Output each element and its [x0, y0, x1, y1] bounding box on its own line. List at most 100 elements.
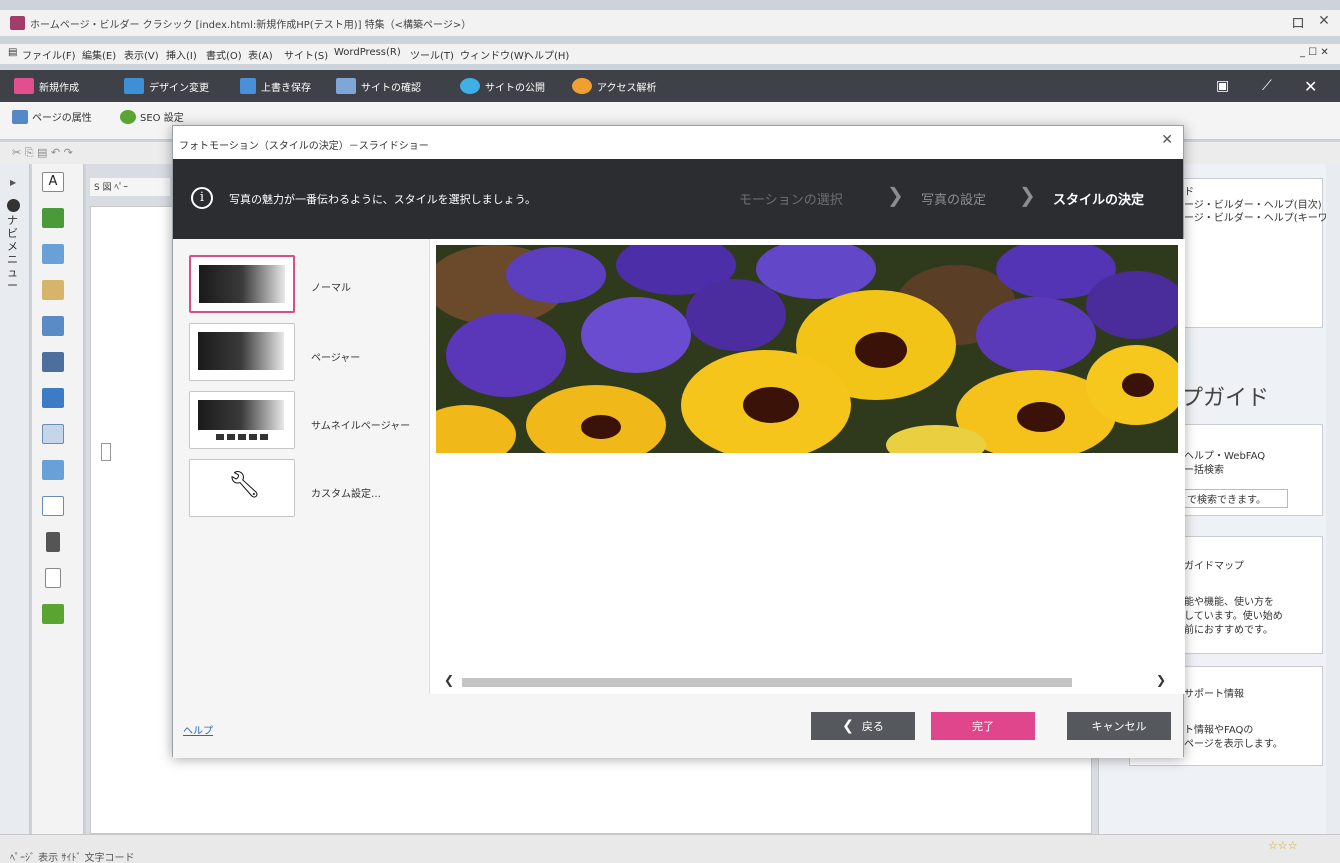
mdi-window-controls[interactable]: _ ☐ ✕	[1300, 47, 1329, 58]
menu-file[interactable]: ファイル(F)	[22, 47, 76, 62]
guide-map-desc-3: 前におすすめです。	[1184, 625, 1273, 636]
scroll-right-icon[interactable]: ❯	[1156, 673, 1166, 687]
menu-table[interactable]: 表(A)	[248, 47, 273, 62]
help-contents-box[interactable]: ド ージ・ビルダー・ヘルプ(目次) ージ・ビルダー・ヘルプ(キーワ	[1179, 178, 1328, 328]
page-properties-label: ページの属性	[32, 113, 92, 124]
style-option-list: ノーマル ページャー サムネイルページャー 🔧︎ カスタム設定…	[173, 239, 429, 694]
expand-arrow-icon[interactable]: ▶	[10, 178, 16, 187]
scroll-left-icon[interactable]: ❮	[444, 673, 454, 687]
support-info-desc-2: ページを表示します。	[1184, 739, 1283, 750]
menu-icon: ▤	[8, 47, 18, 58]
help-faq-search-field[interactable]: で検索できます。	[1184, 489, 1288, 508]
form-tool-icon[interactable]	[42, 424, 64, 444]
mobile-tool-icon[interactable]	[46, 532, 60, 552]
design-change-button[interactable]: デザイン変更	[124, 76, 209, 96]
access-analysis-label: アクセス解析	[597, 82, 657, 94]
access-analysis-button[interactable]: アクセス解析	[572, 76, 657, 96]
step-chevron-icon: ❯	[1019, 183, 1036, 207]
app-icon	[10, 16, 25, 30]
preview-horizontal-scrollbar[interactable]: ❮ ❯	[440, 673, 1170, 689]
step-chevron-icon: ❯	[887, 183, 904, 207]
back-button[interactable]: ❮ 戻る	[811, 712, 915, 740]
status-bar: ﾍﾟｰｼﾞ 表示 ｻｲﾄﾞ 文字コード ☆☆☆	[0, 834, 1340, 863]
menu-insert[interactable]: 挿入(I)	[166, 47, 197, 62]
new-page-icon	[14, 78, 34, 94]
step-style-decision: スタイルの決定	[1053, 193, 1145, 208]
help-keyword-link[interactable]: ージ・ビルダー・ヘルプ(キーワ	[1184, 209, 1328, 224]
dialog-header: i 写真の魅力が一番伝わるように、スタイルを選択しましょう。 モーションの選択 …	[173, 159, 1183, 239]
dialog-titlebar: フォトモーション（スタイルの決定）－スライドショー ✕	[173, 126, 1183, 159]
navigation-menu-strip[interactable]: ▶ ナビメニュー	[0, 164, 30, 834]
support-info-desc-1: ト情報やFAQの	[1184, 725, 1254, 736]
window-titlebar: ホームページ・ビルダー クラシック [index.html:新規作成HP(テスト…	[0, 10, 1340, 36]
text-tool-icon[interactable]: A	[42, 172, 64, 192]
minimize-button[interactable]: ロ	[1288, 13, 1308, 33]
edit-tool-icons[interactable]: ✂ ⎘ ▤ ↶ ↷	[12, 146, 73, 160]
dialog-title: フォトモーション（スタイルの決定）－スライドショー	[179, 141, 429, 152]
menu-tools[interactable]: ツール(T)	[410, 47, 454, 62]
overwrite-save-button[interactable]: 上書き保存	[240, 76, 311, 96]
cancel-button[interactable]: キャンセル	[1067, 712, 1171, 740]
pen-tool-icon[interactable]	[42, 280, 64, 300]
style-option-thumbnail-pager[interactable]	[189, 391, 295, 449]
map-tool-icon[interactable]	[42, 604, 64, 624]
navigation-menu-label: ナビメニュー	[7, 214, 18, 292]
info-icon: i	[191, 187, 213, 209]
style-label-pager: ページャー	[311, 353, 361, 364]
site-check-button[interactable]: サイトの確認	[336, 76, 421, 96]
thumbnail-strip-icon	[216, 434, 270, 440]
gadget-tool-icon[interactable]	[42, 388, 64, 408]
back-arrow-icon: ❮	[842, 718, 854, 734]
menu-help[interactable]: ヘルプ(H)	[524, 47, 569, 62]
menu-edit[interactable]: 編集(E)	[82, 47, 116, 62]
status-text: ﾍﾟｰｼﾞ 表示 ｻｲﾄﾞ 文字コード	[10, 853, 135, 863]
scroll-thumb[interactable]	[462, 678, 1072, 687]
seo-icon	[120, 109, 136, 124]
preview-photo-pansies	[436, 245, 1178, 453]
new-create-button[interactable]: 新規作成	[14, 76, 79, 96]
menu-wordpress[interactable]: WordPress(R)	[334, 47, 401, 58]
right-tool-strip[interactable]	[1326, 164, 1340, 834]
menu-view[interactable]: 表示(V)	[124, 47, 159, 62]
style-option-normal[interactable]	[189, 255, 295, 313]
dialog-footer: ヘルプ ❮ 戻る 完了 キャンセル	[173, 694, 1183, 758]
menu-format[interactable]: 書式(O)	[206, 47, 242, 62]
settings-wrench-icon[interactable]: ⟋	[1262, 76, 1272, 96]
guide-map-desc-1: 能や機能、使い方を	[1184, 597, 1274, 608]
editor-tab-strip[interactable]: S 図 ﾍﾟｰ	[90, 178, 170, 196]
image-tool-icon[interactable]	[42, 208, 64, 228]
insert-tools-column: A	[32, 164, 84, 834]
dialog-instruction: 写真の魅力が一番伝わるように、スタイルを選択しましょう。	[229, 193, 537, 206]
help-book-icon[interactable]: ▣	[1216, 76, 1229, 96]
site-check-label: サイトの確認	[361, 82, 421, 94]
rating-stars[interactable]: ☆☆☆	[1268, 839, 1298, 852]
site-publish-button[interactable]: サイトの公開	[460, 76, 545, 96]
menu-site[interactable]: サイト(S)	[284, 47, 328, 62]
seo-settings-button[interactable]: SEO 設定	[120, 109, 184, 124]
dialog-close-button[interactable]: ✕	[1161, 132, 1173, 148]
guide-map-desc-2: しています。使い始め	[1184, 611, 1283, 622]
page-tool-icon[interactable]	[45, 568, 61, 588]
finish-button-label: 完了	[972, 720, 994, 733]
menu-window[interactable]: ウィンドウ(W)	[460, 47, 528, 62]
finish-button[interactable]: 完了	[931, 712, 1035, 740]
table-tool-icon[interactable]	[42, 460, 64, 480]
toolbar-close-icon[interactable]: ✕	[1304, 76, 1317, 96]
list-tool-icon[interactable]	[42, 496, 64, 516]
style-option-custom[interactable]: 🔧︎	[189, 459, 295, 517]
style-option-pager[interactable]	[189, 323, 295, 381]
pager-style-thumbnail	[198, 332, 284, 370]
seo-settings-label: SEO 設定	[140, 113, 184, 124]
globe-icon	[460, 78, 480, 94]
frame-tool-icon[interactable]	[42, 352, 64, 372]
window-close-button[interactable]: ✕	[1314, 13, 1334, 29]
movie-tool-icon[interactable]	[42, 316, 64, 336]
style-label-normal: ノーマル	[311, 283, 351, 294]
photo-tool-icon[interactable]	[42, 244, 64, 264]
page-properties-button[interactable]: ページの属性	[12, 109, 92, 124]
help-link[interactable]: ヘルプ	[183, 722, 213, 737]
save-icon	[240, 78, 256, 94]
site-check-icon	[336, 78, 356, 94]
new-create-label: 新規作成	[39, 82, 79, 94]
pansy-photo	[436, 245, 1178, 453]
